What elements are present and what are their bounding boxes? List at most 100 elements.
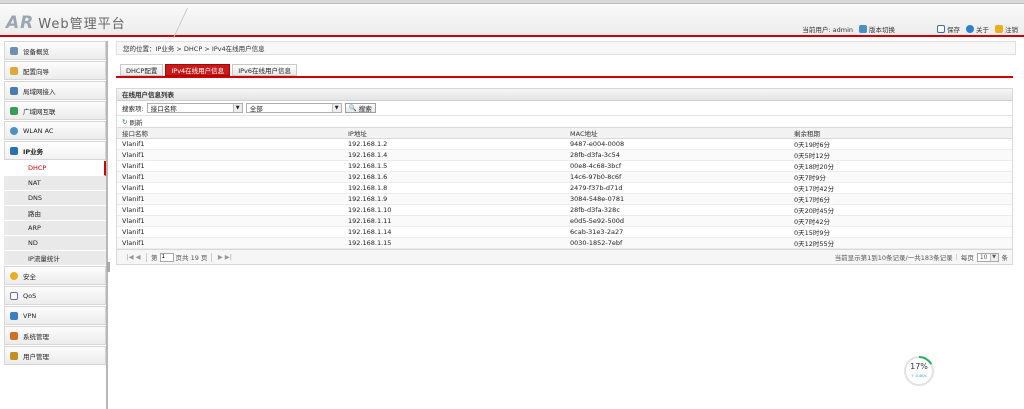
table-row[interactable]: Vlanif1 192.168.1.11 e0d5-5e92-500d 0天7时42分 [117,215,1012,227]
search-icon: 🔍 [348,104,357,112]
sidebar-item-system[interactable]: 系统管理 [4,326,106,345]
folder-icon [10,66,18,75]
table-row[interactable]: Vlanif1 192.168.1.2 9487-e004-0008 0天19时6分 [117,138,1012,150]
sidebar-sub-nd[interactable]: ND [4,236,106,251]
cell-lease: 0天19时6分 [789,138,1012,150]
info-icon [966,25,974,33]
usage-ring [904,356,934,386]
tab-ipv4-online-users[interactable]: IPv4在线用户信息 [165,64,231,76]
app-header: AR Web管理平台 当前用户: admin 版本切换 保存 关于 注销 [0,4,1024,38]
cell-lease: 0天15时9分 [789,226,1012,238]
search-value-text: 全部 [249,105,263,113]
table-row[interactable]: Vlanif1 192.168.1.14 6cab-31e3-2a27 0天15时9分 [117,226,1012,238]
per-page-unit: 条 [1001,254,1009,262]
table-row[interactable]: Vlanif1 192.168.1.15 0030-1852-7ebf 0天12时55… [117,237,1012,249]
sidebar-sub-dhcp[interactable]: DHCP [4,161,106,176]
about-button[interactable]: 关于 [966,24,989,34]
col-header-lease[interactable]: 剩余租期 [789,127,1012,139]
cell-mac: e0d5-5e92-500d [565,215,789,227]
sidebar-collapse-handle[interactable] [107,262,110,272]
save-icon [937,25,945,33]
sidebar-item-label: WLAN AC [23,126,54,135]
sidebar-sub-route[interactable]: 路由 [4,206,106,221]
cell-interface: Vlanif1 [117,237,343,249]
sidebar-item-wan[interactable]: 广域网互联 [4,101,106,120]
cell-interface: Vlanif1 [117,160,343,172]
cell-lease: 0天7时42分 [789,215,1012,227]
search-field-select[interactable]: 接口名称 ▼ [146,103,243,113]
app-logo: AR Web管理平台 [6,13,126,33]
save-button[interactable]: 保存 [937,24,960,34]
pagination-bar: |◀ ◀ 第 页共 19 页 ▶ ▶| 当前显示第1到10条记录/一共183条记… [117,249,1012,264]
refresh-link[interactable]: ↻ 刷新 [117,115,1012,127]
sidebar-sub-label: NAT [28,179,41,187]
table-header-row: 接口名称 IP地址 MAC地址 剩余租期 [117,127,1012,139]
network-speed-widget[interactable]: 17% ↑ 0.4K/s [902,354,936,388]
sidebar-sub-nat[interactable]: NAT [4,176,106,191]
header-divider [173,8,199,38]
per-page-label: 每页 [960,254,974,262]
chevron-down-icon: ▼ [331,104,341,112]
sidebar-item-label: 设备概览 [23,47,49,56]
about-label: 关于 [976,26,989,34]
vpn-icon [10,311,18,320]
sidebar-item-security[interactable]: 安全 [4,266,106,285]
sidebar-item-ip-service[interactable]: IP业务 [4,141,106,160]
sidebar-item-vpn[interactable]: VPN [4,306,106,325]
sidebar-item-lan[interactable]: 局域网接入 [4,81,106,100]
search-row: 搜索项: 接口名称 ▼ 全部 ▼ 🔍 搜索 [117,101,1012,115]
search-button[interactable]: 🔍 搜索 [344,103,376,113]
current-user-label: 当前用户: admin [802,26,853,34]
col-header-mac[interactable]: MAC地址 [565,127,789,139]
sidebar-sub-dns[interactable]: DNS [4,191,106,206]
sidebar-item-label: 系统管理 [23,332,49,341]
version-switch-link[interactable]: 版本切换 [859,24,895,34]
version-switch-label: 版本切换 [869,26,895,34]
cell-ip: 192.168.1.4 [343,149,565,161]
next-page-icon[interactable]: ▶ [216,253,224,261]
tab-ipv6-online-users[interactable]: IPv6在线用户信息 [232,64,298,76]
cell-lease: 0天20时45分 [789,204,1012,216]
cell-mac: 9487-e004-0008 [565,138,789,150]
logout-button[interactable]: 注销 [995,24,1018,34]
search-value-select[interactable]: 全部 ▼ [245,103,342,113]
table-row[interactable]: Vlanif1 192.168.1.10 28fb-d3fa-328c 0天20时45… [117,204,1012,216]
table-row[interactable]: Vlanif1 192.168.1.9 3084-548e-0781 0天17时6分 [117,193,1012,205]
cell-ip: 192.168.1.5 [343,160,565,172]
prev-page-icon[interactable]: ◀ [134,253,142,261]
tab-dhcp-config[interactable]: DHCP配置 [120,64,164,76]
sidebar-sub-ip-traffic[interactable]: IP流量统计 [4,251,106,266]
per-page-select[interactable]: 10 ▼ [976,252,999,262]
cell-mac: 2479-f37b-d71d [565,182,789,194]
cell-interface: Vlanif1 [117,138,343,150]
table-row[interactable]: Vlanif1 192.168.1.4 28fb-d3fa-3c54 0天5时12分 [117,149,1012,161]
cell-ip: 192.168.1.2 [343,138,565,150]
search-field-value: 接口名称 [150,105,177,113]
col-header-interface[interactable]: 接口名称 [117,127,343,139]
sidebar-item-label: 安全 [23,272,36,281]
sidebar-item-wlan-ac[interactable]: WLAN AC [4,121,106,140]
first-page-icon[interactable]: |◀ [126,253,134,261]
sidebar-item-label: QoS [23,291,37,300]
sidebar-item-label: IP业务 [23,147,44,156]
pager-divider [146,252,147,262]
pager-summary: 当前显示第1到10条记录/一共183条记录 | 每页 10 ▼ 条 [835,252,1012,262]
search-button-label: 搜索 [358,105,372,113]
col-header-ip[interactable]: IP地址 [343,127,565,139]
sidebar-item-qos[interactable]: QoS [4,286,106,305]
cell-mac: 3084-548e-0781 [565,193,789,205]
sidebar-item-wizard[interactable]: 配置向导 [4,61,106,80]
system-icon [10,331,18,340]
table-row[interactable]: Vlanif1 192.168.1.5 00e8-4c68-3bcf 0天18时20分 [117,160,1012,172]
sidebar-item-device-overview[interactable]: 设备概览 [4,41,106,60]
last-page-icon[interactable]: ▶| [224,253,232,261]
online-users-panel: 在线用户信息列表 搜索项: 接口名称 ▼ 全部 ▼ 🔍 搜索 ↻ 刷新 接口名称… [116,88,1013,265]
table-row[interactable]: Vlanif1 192.168.1.8 2479-f37b-d71d 0天17时42分 [117,182,1012,194]
cell-interface: Vlanif1 [117,171,343,183]
sidebar-sub-arp[interactable]: ARP [4,221,106,236]
page-number-input[interactable] [159,252,174,262]
sidebar-item-user-mgmt[interactable]: 用户管理 [4,346,106,365]
user-icon [10,351,18,360]
sidebar-sub-label: DHCP [28,164,47,172]
table-row[interactable]: Vlanif1 192.168.1.6 14c6-97b0-8c6f 0天7时9分 [117,171,1012,183]
